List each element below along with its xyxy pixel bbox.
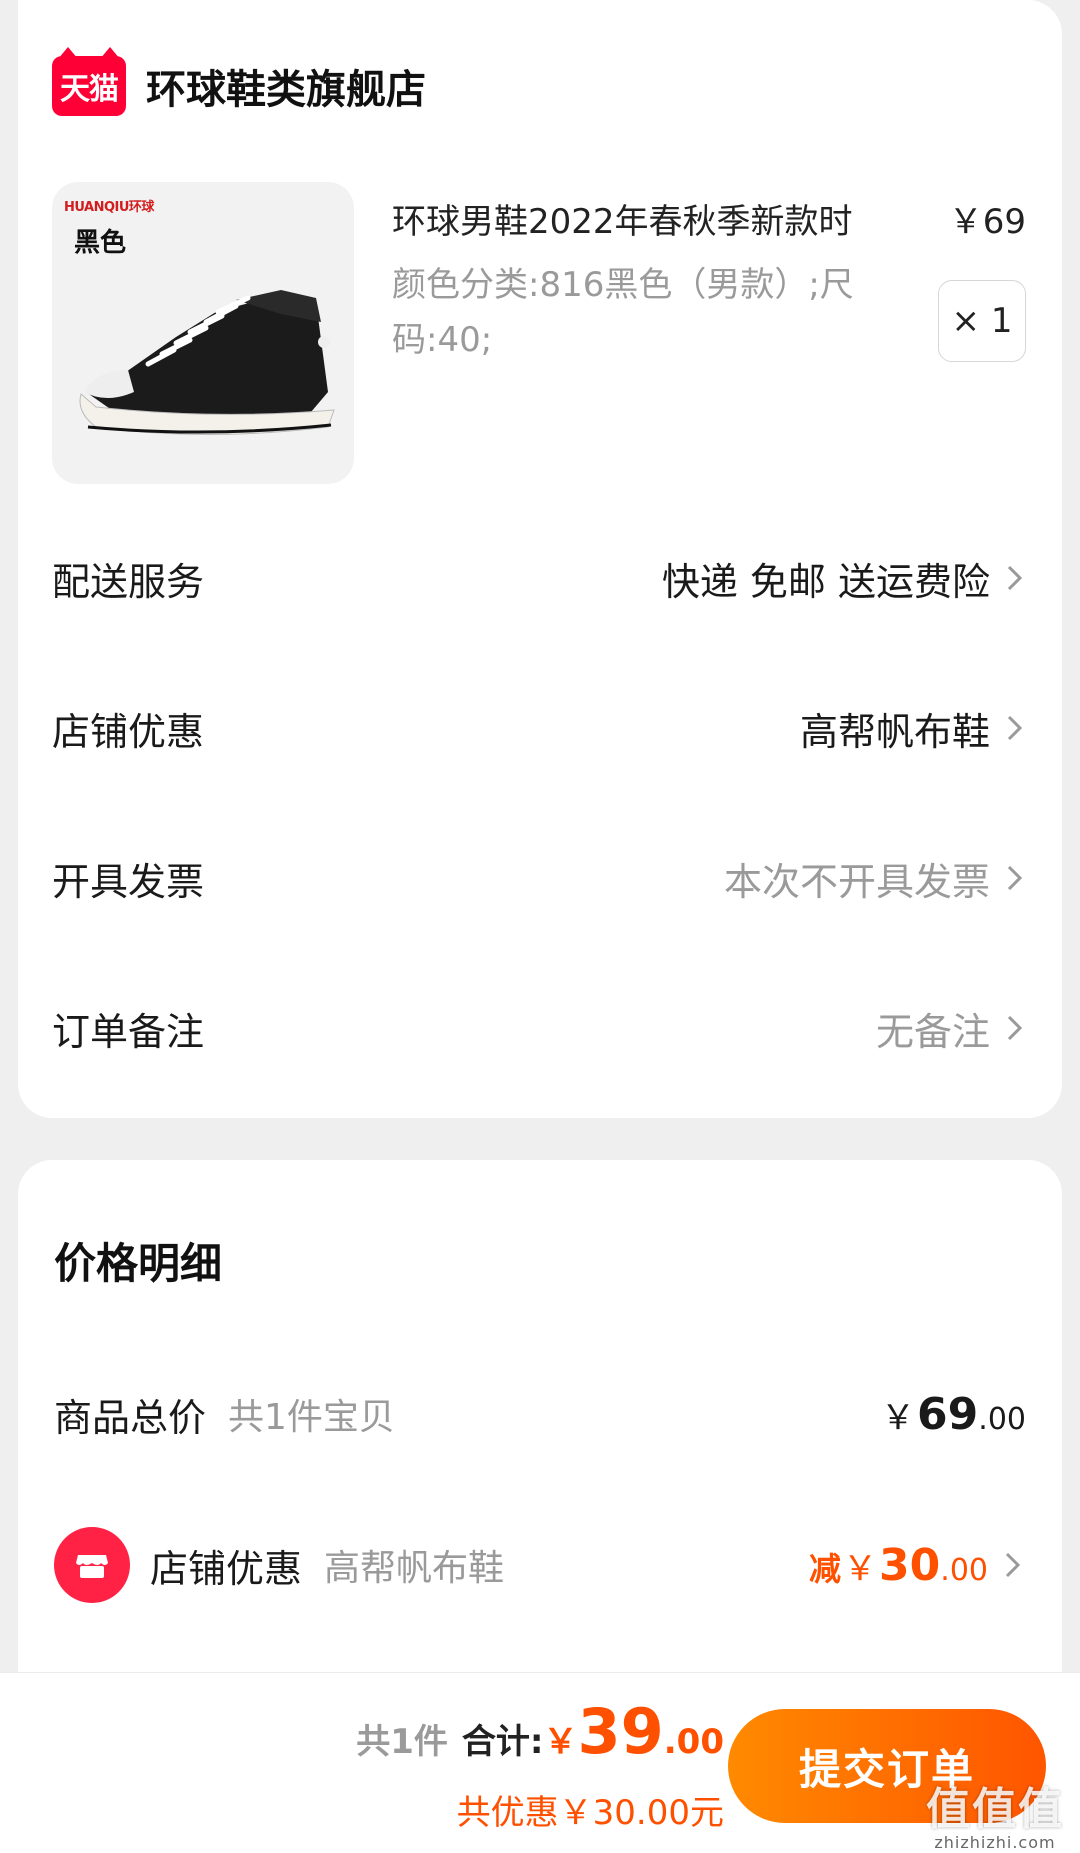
goods-total-amount: ￥ 69 .00	[881, 1388, 1026, 1440]
order-note-row[interactable]: 订单备注 无备注	[52, 998, 1028, 1058]
shop-discount-detail-label: 店铺优惠	[150, 1546, 303, 1591]
quantity-stepper[interactable]: × 1	[938, 280, 1026, 362]
shop-discount-amount: 减 ￥ 30 .00	[809, 1539, 988, 1591]
shop-discount-detail-row[interactable]: 店铺优惠 高帮帆布鞋 减 ￥ 30 .00	[54, 1525, 1026, 1605]
shop-discount-value: 高帮帆布鞋	[799, 709, 990, 754]
shop-icon	[54, 1527, 130, 1603]
order-note-value: 无备注	[875, 1009, 990, 1054]
order-note-label: 订单备注	[52, 1009, 205, 1054]
total-amount: ￥ 39 .00	[543, 1695, 724, 1768]
total-saving: 共优惠￥30.00元	[456, 1793, 724, 1833]
product-image[interactable]: HUANQIU环球 黑色	[52, 182, 354, 484]
product-spec: 颜色分类:816黑色（男款）;尺码:40;	[392, 265, 854, 360]
shop-discount-label: 店铺优惠	[52, 709, 205, 754]
store-order-card: 天猫 环球鞋类旗舰店 HUANQIU环球 黑色 环球男鞋2022年春秋季新款时 …	[18, 0, 1062, 1118]
thumb-brand-logo: HUANQIU环球	[64, 200, 154, 215]
total-summary: 共1件 合计: ￥ 39 .00	[356, 1695, 724, 1768]
price-detail-title: 价格明细	[54, 1239, 223, 1288]
goods-total-label: 商品总价	[54, 1395, 207, 1440]
invoice-row[interactable]: 开具发票 本次不开具发票	[52, 848, 1028, 908]
delivery-value: 快递 免邮 送运费险	[661, 559, 990, 604]
shop-discount-detail-sub: 高帮帆布鞋	[324, 1548, 505, 1589]
product-price: ￥69	[948, 202, 1026, 242]
chevron-right-icon	[1005, 1552, 1021, 1578]
goods-total-row: 商品总价 共1件宝贝 ￥ 69 .00	[54, 1382, 1026, 1446]
store-header[interactable]: 天猫 环球鞋类旗舰店	[52, 47, 426, 116]
delivery-service-row[interactable]: 配送服务 快递 免邮 送运费险	[52, 548, 1028, 608]
product-title[interactable]: 环球男鞋2022年春秋季新款时	[392, 194, 853, 243]
goods-count: 共1件宝贝	[228, 1397, 395, 1438]
watermark-logo: 值值值	[926, 1784, 1064, 1835]
chevron-right-icon	[1007, 715, 1023, 741]
chevron-right-icon	[1007, 565, 1023, 591]
invoice-value: 本次不开具发票	[723, 859, 990, 904]
checkout-bar: 共1件 合计: ￥ 39 .00 共优惠￥30.00元 提交订单 值值值 zhi…	[0, 1672, 1080, 1853]
total-label: 合计:	[461, 1722, 544, 1762]
store-name[interactable]: 环球鞋类旗舰店	[146, 57, 426, 115]
watermark-url: zhizhizhi.com	[934, 1833, 1056, 1852]
item-count: 共1件	[356, 1722, 448, 1762]
watermark: 值值值 zhizhizhi.com	[926, 1773, 1064, 1852]
shop-discount-row[interactable]: 店铺优惠 高帮帆布鞋	[52, 698, 1028, 758]
delivery-label: 配送服务	[52, 559, 205, 604]
chevron-right-icon	[1007, 1015, 1023, 1041]
invoice-label: 开具发票	[52, 859, 205, 904]
chevron-right-icon	[1007, 865, 1023, 891]
shoe-illustration	[79, 290, 335, 435]
tmall-logo: 天猫	[52, 47, 126, 116]
